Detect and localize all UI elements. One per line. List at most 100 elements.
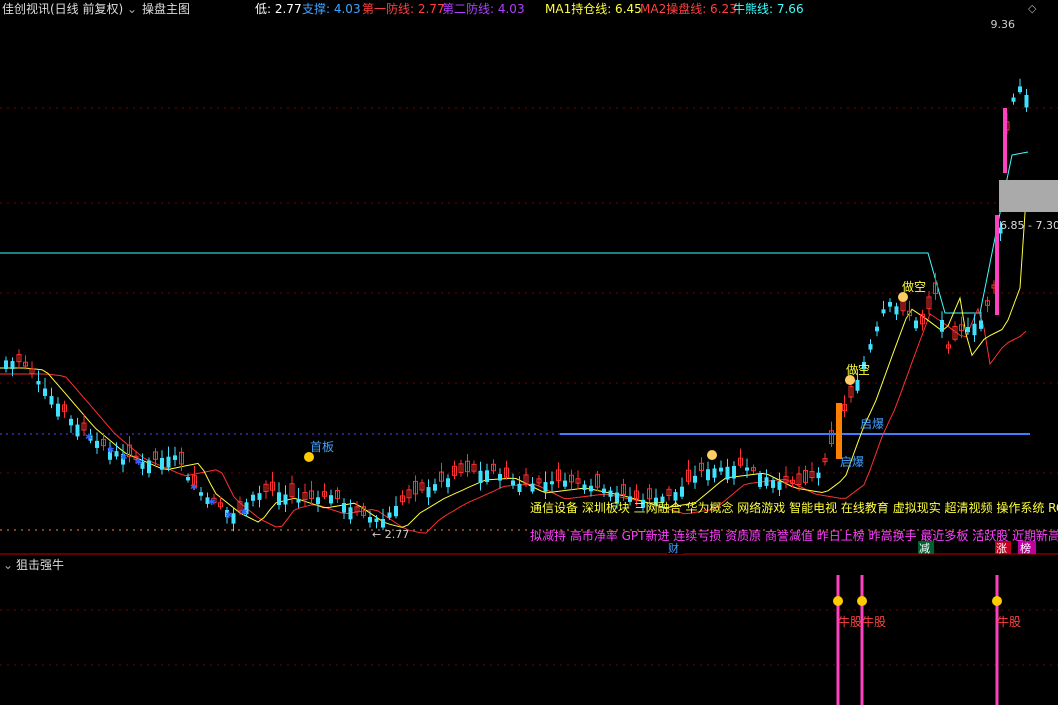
candle-down: [160, 458, 164, 470]
annotation-finance: 财: [668, 541, 679, 555]
chevron-down-icon[interactable]: ⌄: [3, 556, 13, 574]
candle-down: [114, 451, 119, 457]
annotation-rank: 榜: [1020, 541, 1031, 555]
decline-star-icon: ✱: [107, 446, 115, 456]
candle-down: [75, 424, 80, 437]
candle-down: [316, 497, 320, 505]
readout-5: MA2操盘线: 6.23: [640, 2, 737, 16]
main-chart-header: 佳创视讯(日线 前复权) ⌄ 操盘主图 低: 2.77 支撑: 4.03 第一防线:…: [0, 0, 1058, 18]
high-price-label: 9.36: [991, 18, 1016, 31]
readout-3: 第二防线: 4.03: [442, 2, 525, 16]
candle-down: [602, 488, 606, 494]
decline-star-icon: ✱: [85, 433, 93, 443]
candle-down: [296, 498, 301, 503]
candle-down: [966, 327, 970, 333]
candle-down: [485, 470, 489, 482]
candle-down: [374, 518, 379, 522]
candle-down: [894, 306, 899, 315]
candle-down: [816, 472, 821, 479]
concepts-line-2: 拟减持 高市净率 GPT新进 连续亏损 资质原 商誉减值 昨日上榜 昨高换手 最…: [530, 528, 1058, 543]
candle-down: [543, 482, 548, 492]
decline-star-icon: ✱: [240, 508, 248, 518]
candle-down: [277, 492, 281, 506]
candle-down: [888, 302, 892, 307]
candle-down: [673, 492, 678, 501]
candle-down: [855, 379, 860, 391]
decline-star-icon: ✱: [225, 511, 233, 521]
concepts-line-1: 通信设备 深圳板块 三网融合 华为概念 网络游戏 智能电视 在线教育 虚拟现实 …: [530, 500, 1058, 515]
candle-down: [381, 519, 385, 528]
candle-down: [875, 326, 879, 332]
decline-star-icon: ✱: [190, 483, 198, 493]
candle-down: [530, 483, 535, 492]
candle-down: [712, 468, 717, 478]
candle-down: [147, 460, 151, 474]
candle-down: [777, 481, 782, 490]
candle-down: [387, 512, 392, 518]
stock-title: 佳创视讯(日线 前复权): [2, 2, 124, 16]
candle-down: [251, 494, 255, 501]
candle-down: [394, 506, 398, 517]
candle-down: [348, 507, 353, 520]
candle-down: [940, 320, 944, 332]
candle-down: [719, 467, 723, 472]
candle-down: [745, 467, 749, 471]
candle-down: [43, 388, 47, 396]
candle-down: [693, 475, 697, 483]
candle-down: [758, 474, 762, 487]
candle-down: [498, 474, 502, 481]
signal-label-1: 牛股: [838, 614, 862, 629]
candle-down: [342, 503, 346, 513]
chart-stage: ✱ ✱ ✱ ✱ ✱ ✱ ✱ ✱ 9.36 ← 2.77 6.85 - 7.30 通信设备 深圳板块 三…: [0, 0, 1058, 705]
indicator-name[interactable]: 操盘主图: [142, 0, 190, 18]
signal-marker-icon: [857, 596, 867, 606]
candle-down: [517, 483, 522, 492]
candle-down: [69, 418, 73, 426]
candle-down: [732, 466, 736, 479]
candle-down: [563, 480, 567, 487]
decline-star-icon: ✱: [135, 458, 143, 468]
sub-indicator-name[interactable]: 狙击强牛: [16, 556, 64, 574]
annotation-short-1: 做空: [902, 279, 926, 294]
candle-down: [680, 486, 684, 497]
candle-down: [511, 480, 515, 486]
candle-down: [1011, 97, 1016, 102]
readout-2: 第一防线: 2.77: [362, 2, 445, 16]
candle-limit-up: [1003, 108, 1007, 173]
bull-bear-line: [0, 151, 1029, 314]
candle-down: [914, 320, 918, 329]
decline-star-icon: ✱: [120, 453, 128, 463]
candle-down: [166, 456, 171, 468]
candle-down: [725, 466, 730, 480]
candle-down: [426, 487, 431, 498]
candle-down: [283, 494, 288, 505]
annotation-short-2: 做空: [846, 362, 870, 377]
candle-down: [868, 344, 873, 350]
candle-down: [4, 360, 8, 370]
candle-down: [368, 517, 372, 523]
candle-down: [589, 485, 593, 492]
range-label: 6.85 - 7.30: [1000, 219, 1058, 232]
gray-range-box: [999, 180, 1058, 212]
candle-down: [706, 469, 710, 481]
candle-down: [56, 403, 60, 417]
candle-down: [1018, 86, 1022, 93]
annotation-reduce: 减: [919, 542, 930, 555]
candle-down: [979, 320, 983, 329]
annotation-first-board: 首板: [310, 440, 334, 454]
chevron-down-icon[interactable]: ⌄: [127, 0, 137, 18]
candle-down: [478, 470, 483, 483]
signal-marker-icon: [833, 596, 843, 606]
candle-down: [186, 477, 190, 481]
candle-down: [550, 481, 554, 485]
candle-down: [10, 361, 15, 370]
annotation-breakout-1: 启爆: [860, 417, 884, 431]
readout-1: 支撑: 4.03: [302, 2, 361, 16]
low-price-label: ← 2.77: [372, 528, 409, 541]
signal-label-2: 牛股: [862, 614, 886, 629]
annotation-breakout-2: 启爆: [840, 455, 864, 469]
main-chart-canvas[interactable]: ✱ ✱ ✱ ✱ ✱ ✱ ✱ ✱ 9.36 ← 2.77 6.85 - 7.30 通信设备 深圳板块 三…: [0, 0, 1058, 705]
annotation-rise: 涨: [996, 542, 1007, 555]
candle-down: [1024, 95, 1029, 108]
candle-down: [881, 309, 886, 314]
